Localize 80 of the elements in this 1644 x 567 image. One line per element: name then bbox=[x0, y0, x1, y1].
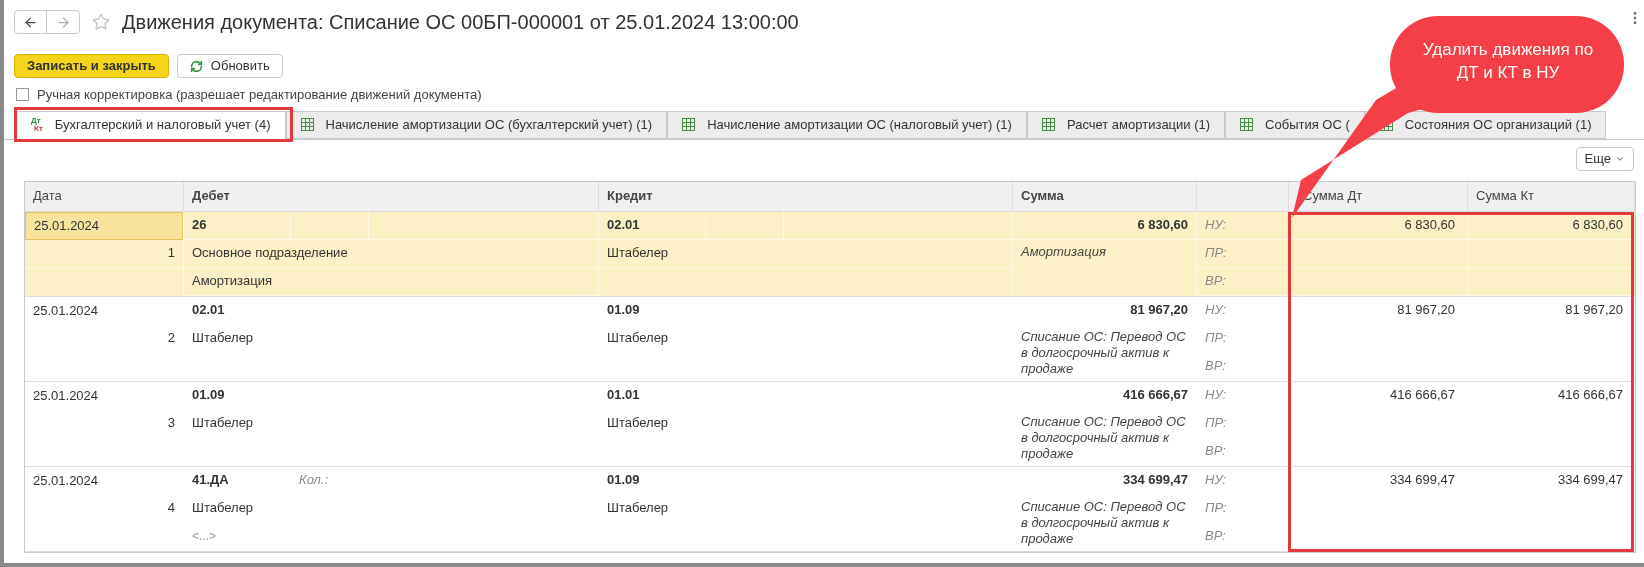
amount-cell-text: 416 666,67 bbox=[1122, 386, 1188, 405]
register-label: ВР: bbox=[1205, 527, 1226, 546]
refresh-icon bbox=[189, 59, 203, 73]
entry-row[interactable]: 25.01.2024 1 26 Основное подразделение Амортизация 02.01 Штабелер 6 830,60 Амортизация НУ: ПР: ВР: 6 830,60 6 830,60 bbox=[25, 211, 1635, 297]
column-header[interactable]: Кредит bbox=[607, 186, 653, 206]
register-label: ПР: bbox=[1205, 329, 1227, 348]
table-icon bbox=[1041, 118, 1055, 131]
amount-cell-text: 81 967,20 bbox=[1130, 301, 1188, 320]
callout-text: Удалить движения по ДТ и КТ в НУ bbox=[1421, 39, 1595, 84]
tab[interactable]: Дт Кт Бухгалтерский и налоговый учет (4) bbox=[14, 110, 286, 139]
account-number: 01.01 bbox=[607, 386, 640, 405]
amount-kt-cell-text: 81 967,20 bbox=[1565, 301, 1623, 320]
operation-description: Амортизация bbox=[1021, 243, 1107, 260]
row-number: 3 bbox=[167, 414, 175, 433]
amount-dt-cell-text: 334 699,47 bbox=[1389, 471, 1455, 490]
date-cell-text: 25.01.2024 bbox=[33, 386, 99, 405]
checkbox-label: Ручная корректировка (разрешает редактирование движений документа) bbox=[37, 86, 482, 104]
tab[interactable]: События ОС ( bbox=[1225, 110, 1365, 139]
amount-dt-cell-text: 6 830,60 bbox=[1404, 216, 1455, 235]
column-header[interactable]: Сумма Кт bbox=[1476, 186, 1534, 206]
row-number: 4 bbox=[167, 499, 175, 518]
register-label: НУ: bbox=[1205, 301, 1227, 320]
tab[interactable]: Начисление амортизации ОС (бухгалтерский учет) (1) bbox=[285, 110, 668, 139]
account-number: 01.09 bbox=[607, 471, 640, 490]
subconto-value: Основное подразделение bbox=[192, 244, 348, 263]
account-number: 26 bbox=[192, 216, 207, 235]
register-label: ВР: bbox=[1205, 442, 1226, 461]
quantity-label: Кол.: bbox=[299, 471, 329, 490]
subconto-value: Штабелер bbox=[607, 329, 669, 348]
register-label: ПР: bbox=[1205, 499, 1227, 518]
table-icon bbox=[682, 118, 696, 131]
debit-credit-icon: Дт Кт bbox=[29, 116, 43, 133]
table-icon bbox=[1240, 118, 1254, 131]
register-label: НУ: bbox=[1205, 471, 1227, 490]
amount-kt-cell-text: 416 666,67 bbox=[1557, 386, 1623, 405]
operation-description: Списание ОС: Перевод ОС в долгосрочный актив к продаже bbox=[1021, 413, 1187, 462]
tab[interactable]: Начисление амортизации ОС (налоговый учет) (1) bbox=[667, 110, 1027, 139]
checkbox[interactable] bbox=[16, 88, 29, 102]
operation-description: Списание ОС: Перевод ОС в долгосрочный актив к продаже bbox=[1021, 498, 1187, 547]
back-arrow-icon bbox=[23, 14, 38, 30]
subconto-value: Штабелер bbox=[192, 329, 254, 348]
table-icon bbox=[300, 118, 314, 131]
register-label: ПР: bbox=[1205, 414, 1227, 433]
account-number: 01.09 bbox=[607, 301, 640, 320]
date-cell-text: 25.01.2024 bbox=[33, 471, 99, 490]
subconto-value: Штабелер bbox=[607, 244, 669, 263]
row-number: 1 bbox=[167, 244, 175, 263]
amount-dt-cell-text: 81 967,20 bbox=[1397, 301, 1455, 320]
subconto-value: Штабелер bbox=[192, 499, 254, 518]
account-number: 02.01 bbox=[192, 301, 225, 320]
row-number: 2 bbox=[167, 329, 175, 348]
register-label: НУ: bbox=[1205, 216, 1227, 235]
register-label: ВР: bbox=[1205, 357, 1226, 376]
subconto-value: Штабелер bbox=[192, 414, 254, 433]
column-header[interactable]: Сумма bbox=[1021, 186, 1064, 206]
amount-kt-cell-text: 334 699,47 bbox=[1557, 471, 1623, 490]
amount-cell-text: 334 699,47 bbox=[1122, 471, 1188, 490]
column-header[interactable]: Дата bbox=[33, 186, 62, 206]
amount-kt-cell-text: 6 830,60 bbox=[1572, 216, 1623, 235]
subconto-value: Амортизация bbox=[192, 272, 272, 291]
amount-dt-cell-text: 416 666,67 bbox=[1389, 386, 1455, 405]
register-label: ВР: bbox=[1205, 272, 1226, 291]
register-label: НУ: bbox=[1205, 386, 1227, 405]
date-cell-text: 25.01.2024 bbox=[34, 216, 100, 235]
operation-description: Списание ОС: Перевод ОС в долгосрочный актив к продаже bbox=[1021, 328, 1187, 377]
account-number: 01.09 bbox=[192, 386, 225, 405]
account-number: 41.ДА bbox=[192, 471, 229, 490]
refresh-button[interactable]: Обновить bbox=[176, 54, 283, 78]
tab[interactable]: Расчет амортизации (1) bbox=[1026, 110, 1226, 139]
save-close-button[interactable]: Записать и закрыть bbox=[14, 54, 169, 78]
account-number: 02.01 bbox=[607, 216, 640, 235]
date-cell-text: 25.01.2024 bbox=[33, 301, 99, 320]
window-title: Движения документа: Списание ОС 00БП-000001 от 25.01.2024 13:00:00 bbox=[122, 10, 799, 35]
subconto-value: Штабелер bbox=[607, 499, 669, 518]
favorite-star-icon[interactable] bbox=[92, 13, 110, 31]
more-button[interactable]: Еще bbox=[1575, 146, 1634, 171]
register-label: ПР: bbox=[1205, 244, 1227, 263]
column-header[interactable]: Дебет bbox=[192, 186, 230, 206]
subconto-value: Штабелер bbox=[607, 414, 669, 433]
amount-cell-text: 6 830,60 bbox=[1137, 216, 1188, 235]
